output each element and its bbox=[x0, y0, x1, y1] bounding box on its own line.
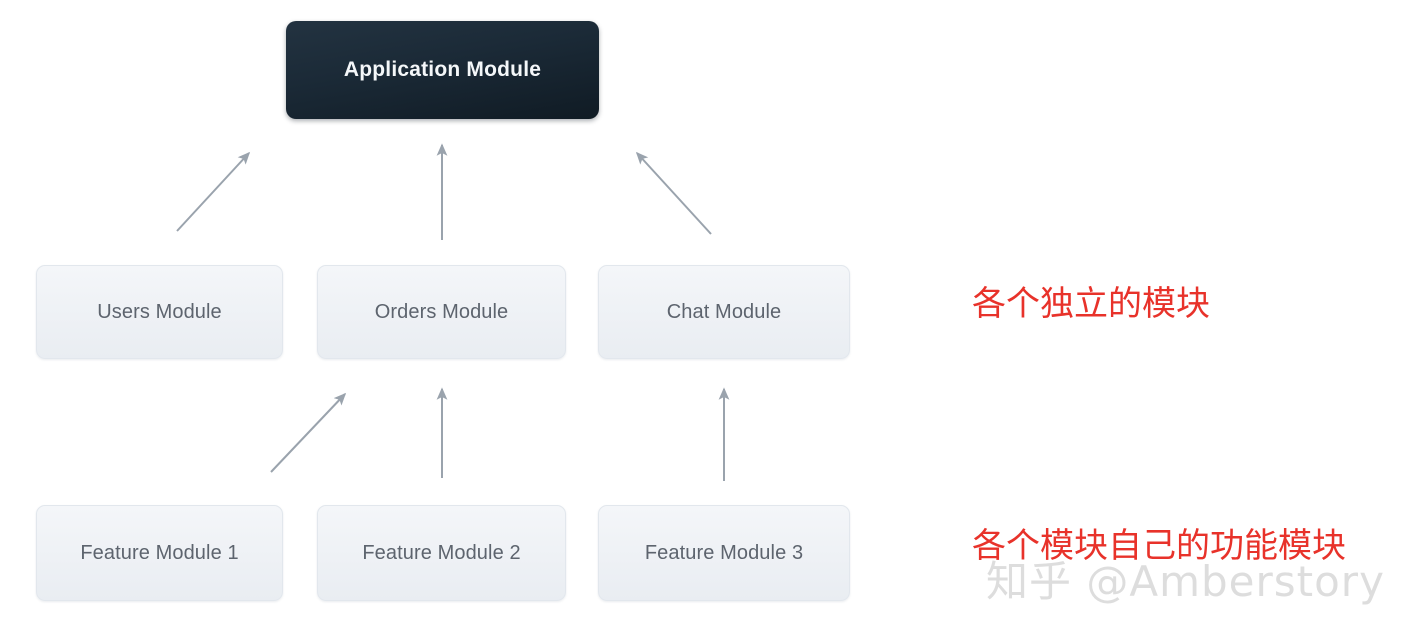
node-users-module[interactable]: Users Module bbox=[36, 265, 283, 359]
node-feature-module-1[interactable]: Feature Module 1 bbox=[36, 505, 283, 601]
node-label-feature-module-3: Feature Module 3 bbox=[644, 541, 804, 564]
node-application-module[interactable]: Application Module bbox=[286, 21, 599, 119]
node-label-feature-module-1: Feature Module 1 bbox=[80, 541, 239, 564]
arrow-feature1-to-users bbox=[270, 392, 347, 473]
diagram-canvas: Application Module Users Module Orders M… bbox=[0, 0, 1416, 624]
node-label-orders-module: Orders Module bbox=[374, 300, 509, 323]
node-feature-module-3[interactable]: Feature Module 3 bbox=[598, 505, 850, 601]
node-label-feature-module-2: Feature Module 2 bbox=[362, 541, 521, 564]
node-orders-module[interactable]: Orders Module bbox=[317, 265, 566, 359]
node-label-application-module: Application Module bbox=[343, 58, 542, 81]
node-feature-module-2[interactable]: Feature Module 2 bbox=[317, 505, 566, 601]
node-label-chat-module: Chat Module bbox=[666, 300, 782, 323]
arrow-users-to-application bbox=[176, 151, 251, 232]
node-label-users-module: Users Module bbox=[97, 300, 222, 323]
watermark-zhihu: 知乎 @Amberstory bbox=[986, 557, 1385, 606]
node-chat-module[interactable]: Chat Module bbox=[598, 265, 850, 359]
arrow-chat-to-application bbox=[635, 151, 712, 235]
annotation-independent-modules: 各个独立的模块 bbox=[972, 284, 1210, 324]
